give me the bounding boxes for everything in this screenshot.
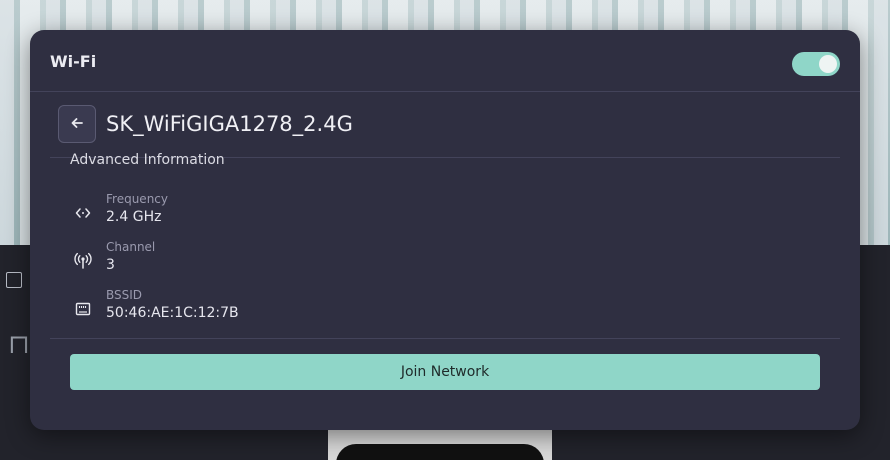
ethernet-port-icon [74,300,92,318]
panel-title: Wi-Fi [50,52,97,71]
info-item-bssid: BSSID 50:46:AE:1C:12:7B [70,288,670,332]
toggle-knob [819,55,837,73]
info-label: Channel [106,240,156,254]
desktop: ⊓ Wi-Fi SK_WiFiGIGA1278_2.4G Advanced In… [0,0,890,460]
frequency-icon [74,204,92,222]
panel-header: Wi-Fi [30,30,860,92]
info-value: 2.4 GHz [106,209,162,225]
divider [50,338,840,339]
back-button[interactable] [58,105,96,143]
join-network-button[interactable]: Join Network [70,354,820,390]
network-header: SK_WiFiGIGA1278_2.4G [50,92,840,158]
info-label: BSSID [106,288,143,302]
info-value: 3 [106,257,115,273]
network-name: SK_WiFiGIGA1278_2.4G [106,112,353,136]
info-value: 50:46:AE:1C:12:7B [106,305,239,321]
info-item-channel: Channel 3 [70,240,670,284]
wifi-panel: Wi-Fi SK_WiFiGIGA1278_2.4G Advanced Info… [30,30,860,430]
image-icon [6,272,22,288]
arrow-left-icon [70,115,84,134]
background-window [328,430,552,460]
info-label: Frequency [106,192,168,206]
antenna-icon [74,252,92,270]
background-glyph-icon: ⊓ [8,330,30,360]
info-item-frequency: Frequency 2.4 GHz [70,192,670,236]
advanced-section-title: Advanced Information [70,152,225,168]
wifi-toggle[interactable] [792,52,840,76]
